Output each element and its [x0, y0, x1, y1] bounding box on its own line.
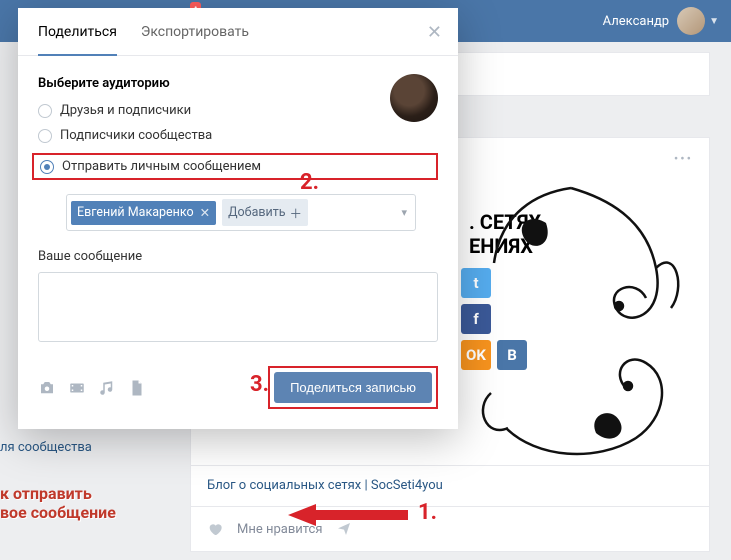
social-icons: t f OK B [461, 268, 527, 370]
audience-radio-group: Друзья и подписчики Подписчики сообществ… [38, 103, 438, 180]
chevron-down-icon[interactable]: ▾ [401, 206, 407, 219]
share-button[interactable]: Поделиться записью [274, 372, 432, 403]
share-modal: Поделиться Экспортировать ✕ Выберите ауд… [18, 8, 458, 429]
avatar[interactable] [677, 7, 705, 35]
message-label: Ваше сообщение [38, 249, 438, 264]
facebook-icon: f [461, 304, 491, 334]
annotation-1: 1. [418, 500, 437, 525]
attach-icons [38, 379, 146, 397]
highlight-box-3: Поделиться записью [268, 366, 438, 409]
like-bar: Мне нравится [191, 506, 709, 551]
music-icon[interactable] [98, 379, 116, 397]
side-red-text: к отправить вое сообщение [0, 484, 116, 522]
document-icon[interactable] [128, 379, 146, 397]
remove-token-icon[interactable]: ✕ [200, 205, 210, 221]
annotation-2: 2. [300, 170, 319, 195]
tab-share[interactable]: Поделиться [38, 8, 117, 56]
side-label[interactable]: ля сообщества [0, 440, 92, 455]
highlight-box-2: Отправить личным сообщением [32, 153, 438, 180]
twitter-icon: t [461, 268, 491, 298]
modal-tabs: Поделиться Экспортировать ✕ [18, 8, 458, 56]
recipient-input[interactable]: Евгений Макаренко ✕ Добавить＋ ▾ [66, 194, 416, 231]
audience-title: Выберите аудиторию [38, 76, 438, 91]
radio-community-subs[interactable]: Подписчики сообщества [38, 128, 438, 143]
post-caption[interactable]: Блог о социальных сетях | SocSeti4you [191, 465, 709, 505]
tab-export[interactable]: Экспортировать [141, 8, 249, 55]
radio-friends[interactable]: Друзья и подписчики [38, 103, 438, 118]
annotation-arrow [288, 502, 408, 528]
chevron-down-icon[interactable]: ▼ [709, 16, 719, 27]
ok-icon: OK [461, 340, 491, 370]
recipient-token[interactable]: Евгений Макаренко ✕ [71, 201, 216, 225]
author-avatar [390, 74, 438, 122]
more-icon[interactable]: ••• [674, 152, 693, 167]
vk-icon: B [497, 340, 527, 370]
plus-icon: ＋ [290, 203, 303, 222]
add-recipient-button[interactable]: Добавить＋ [222, 199, 308, 226]
close-icon[interactable]: ✕ [427, 22, 442, 43]
username-label[interactable]: Александр [603, 14, 669, 29]
radio-private-message[interactable]: Отправить личным сообщением [34, 157, 267, 176]
post-title-fragment: . СЕТЯХ ЕНИЯХ [469, 210, 541, 258]
heart-icon[interactable] [207, 521, 223, 537]
camera-icon[interactable] [38, 379, 56, 397]
message-textarea[interactable] [38, 272, 438, 342]
annotation-3: 3. [250, 372, 269, 397]
video-icon[interactable] [68, 379, 86, 397]
